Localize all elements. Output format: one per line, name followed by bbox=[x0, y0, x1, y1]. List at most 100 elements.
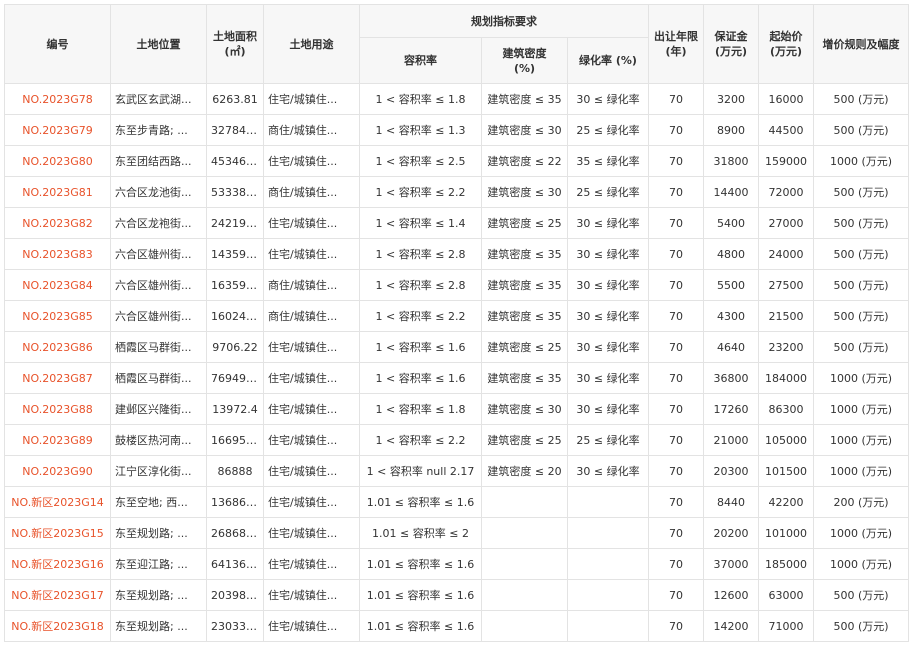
cell-area: 16024.69 bbox=[206, 300, 264, 332]
cell-far: 1 < 容积率 ≤ 2.2 bbox=[359, 300, 482, 332]
cell-density: 建筑密度 ≤ 35 bbox=[481, 269, 568, 301]
page: 编号 土地位置 土地面积 (㎡) 土地用途 规划指标要求 出让年限 (年) 保证金 (… bbox=[0, 0, 911, 645]
cell-use: 住宅/城镇住... bbox=[263, 145, 360, 177]
table-row: NO.2023G80 东至团结西路... 45346.48 住宅/城镇住... 1 < … bbox=[4, 145, 909, 177]
cell-increment: 500 (万元) bbox=[813, 207, 909, 239]
cell-area: 64136.59 bbox=[206, 548, 264, 580]
table-header: 编号 土地位置 土地面积 (㎡) 土地用途 规划指标要求 出让年限 (年) 保证金 (… bbox=[4, 4, 909, 84]
table-row: NO.2023G85 六合区雄州街... 16024.69 商住/城镇住... 1 < … bbox=[4, 300, 909, 332]
cell-far: 1 < 容积率 ≤ 1.8 bbox=[359, 83, 482, 115]
cell-use: 住宅/城镇住... bbox=[263, 83, 360, 115]
cell-area: 76949.84 bbox=[206, 362, 264, 394]
header-deposit-line2: (万元) bbox=[714, 45, 748, 58]
cell-start: 86300 bbox=[758, 393, 814, 425]
cell-location: 六合区雄州街... bbox=[110, 300, 207, 332]
cell-density: 建筑密度 ≤ 25 bbox=[481, 331, 568, 363]
cell-term: 70 bbox=[648, 176, 704, 208]
col-header-deposit: 保证金 (万元) bbox=[703, 4, 759, 84]
header-id-text: 编号 bbox=[46, 37, 69, 51]
cell-increment: 500 (万元) bbox=[813, 176, 909, 208]
cell-location: 东至规划路; ... bbox=[110, 579, 207, 611]
cell-area: 20398.55 bbox=[206, 579, 264, 611]
cell-density bbox=[481, 579, 568, 611]
cell-increment: 1000 (万元) bbox=[813, 455, 909, 487]
cell-density bbox=[481, 486, 568, 518]
header-density-line1: 建筑密度 bbox=[502, 46, 547, 60]
cell-id: NO.2023G89 bbox=[4, 424, 111, 456]
cell-density bbox=[481, 548, 568, 580]
header-location-text: 土地位置 bbox=[136, 37, 181, 51]
cell-increment: 200 (万元) bbox=[813, 486, 909, 518]
cell-density: 建筑密度 ≤ 25 bbox=[481, 207, 568, 239]
cell-id: NO.2023G78 bbox=[4, 83, 111, 115]
cell-green bbox=[567, 579, 649, 611]
cell-term: 70 bbox=[648, 362, 704, 394]
cell-id: NO.2023G83 bbox=[4, 238, 111, 270]
cell-increment: 500 (万元) bbox=[813, 331, 909, 363]
cell-location: 六合区龙池街... bbox=[110, 176, 207, 208]
table-row: NO.2023G90 江宁区淳化街... 86888 住宅/城镇住... 1 < 容积率… bbox=[4, 455, 909, 487]
cell-start: 16000 bbox=[758, 83, 814, 115]
cell-location: 六合区雄州街... bbox=[110, 238, 207, 270]
table-row: NO.新区2023G18 东至规划路; ... 23033.36 住宅/城镇住... 1… bbox=[4, 610, 909, 642]
cell-start: 27000 bbox=[758, 207, 814, 239]
col-header-location: 土地位置 bbox=[110, 4, 207, 84]
cell-area: 16359.03 bbox=[206, 269, 264, 301]
cell-start: 159000 bbox=[758, 145, 814, 177]
cell-use: 商住/城镇住... bbox=[263, 176, 360, 208]
table-row: NO.新区2023G14 东至空地; 西... 13686.78 住宅/城镇住... 1… bbox=[4, 486, 909, 518]
cell-green bbox=[567, 548, 649, 580]
cell-location: 东至规划路; ... bbox=[110, 517, 207, 549]
cell-far: 1 < 容积率 ≤ 2.8 bbox=[359, 238, 482, 270]
cell-use: 住宅/城镇住... bbox=[263, 548, 360, 580]
cell-start: 27500 bbox=[758, 269, 814, 301]
cell-far: 1.01 ≤ 容积率 ≤ 2 bbox=[359, 517, 482, 549]
cell-term: 70 bbox=[648, 610, 704, 642]
cell-green: 30 ≤ 绿化率 bbox=[567, 455, 649, 487]
cell-increment: 1000 (万元) bbox=[813, 548, 909, 580]
cell-increment: 500 (万元) bbox=[813, 269, 909, 301]
cell-use: 商住/城镇住... bbox=[263, 300, 360, 332]
cell-deposit: 36800 bbox=[703, 362, 759, 394]
cell-deposit: 17260 bbox=[703, 393, 759, 425]
cell-green bbox=[567, 610, 649, 642]
cell-term: 70 bbox=[648, 548, 704, 580]
cell-green: 30 ≤ 绿化率 bbox=[567, 269, 649, 301]
cell-deposit: 3200 bbox=[703, 83, 759, 115]
header-green-text: 绿化率 (%) bbox=[579, 54, 637, 67]
cell-deposit: 8440 bbox=[703, 486, 759, 518]
cell-term: 70 bbox=[648, 207, 704, 239]
cell-deposit: 8900 bbox=[703, 114, 759, 146]
cell-green: 30 ≤ 绿化率 bbox=[567, 207, 649, 239]
cell-area: 14359.64 bbox=[206, 238, 264, 270]
cell-far: 1 < 容积率 ≤ 2.2 bbox=[359, 424, 482, 456]
cell-green: 30 ≤ 绿化率 bbox=[567, 83, 649, 115]
cell-far: 1.01 ≤ 容积率 ≤ 1.6 bbox=[359, 548, 482, 580]
cell-use: 商住/城镇住... bbox=[263, 114, 360, 146]
cell-term: 70 bbox=[648, 579, 704, 611]
cell-use: 住宅/城镇住... bbox=[263, 486, 360, 518]
cell-far: 1 < 容积率 ≤ 1.4 bbox=[359, 207, 482, 239]
cell-increment: 1000 (万元) bbox=[813, 393, 909, 425]
cell-term: 70 bbox=[648, 393, 704, 425]
cell-start: 24000 bbox=[758, 238, 814, 270]
col-header-start: 起始价 (万元) bbox=[758, 4, 814, 84]
cell-density: 建筑密度 ≤ 35 bbox=[481, 83, 568, 115]
cell-density: 建筑密度 ≤ 35 bbox=[481, 300, 568, 332]
cell-term: 70 bbox=[648, 238, 704, 270]
table-body: NO.2023G78 玄武区玄武湖... 6263.81 住宅/城镇住... 1 < 容… bbox=[4, 83, 909, 642]
cell-area: 45346.48 bbox=[206, 145, 264, 177]
cell-increment: 500 (万元) bbox=[813, 579, 909, 611]
cell-density: 建筑密度 ≤ 30 bbox=[481, 176, 568, 208]
cell-id: NO.2023G85 bbox=[4, 300, 111, 332]
cell-deposit: 4640 bbox=[703, 331, 759, 363]
cell-green: 30 ≤ 绿化率 bbox=[567, 362, 649, 394]
cell-increment: 500 (万元) bbox=[813, 238, 909, 270]
header-start-line1: 起始价 bbox=[769, 30, 803, 43]
cell-green: 30 ≤ 绿化率 bbox=[567, 300, 649, 332]
cell-start: 71000 bbox=[758, 610, 814, 642]
cell-id: NO.2023G79 bbox=[4, 114, 111, 146]
cell-location: 鼓楼区热河南... bbox=[110, 424, 207, 456]
cell-area: 13972.4 bbox=[206, 393, 264, 425]
cell-area: 26868.94 bbox=[206, 517, 264, 549]
